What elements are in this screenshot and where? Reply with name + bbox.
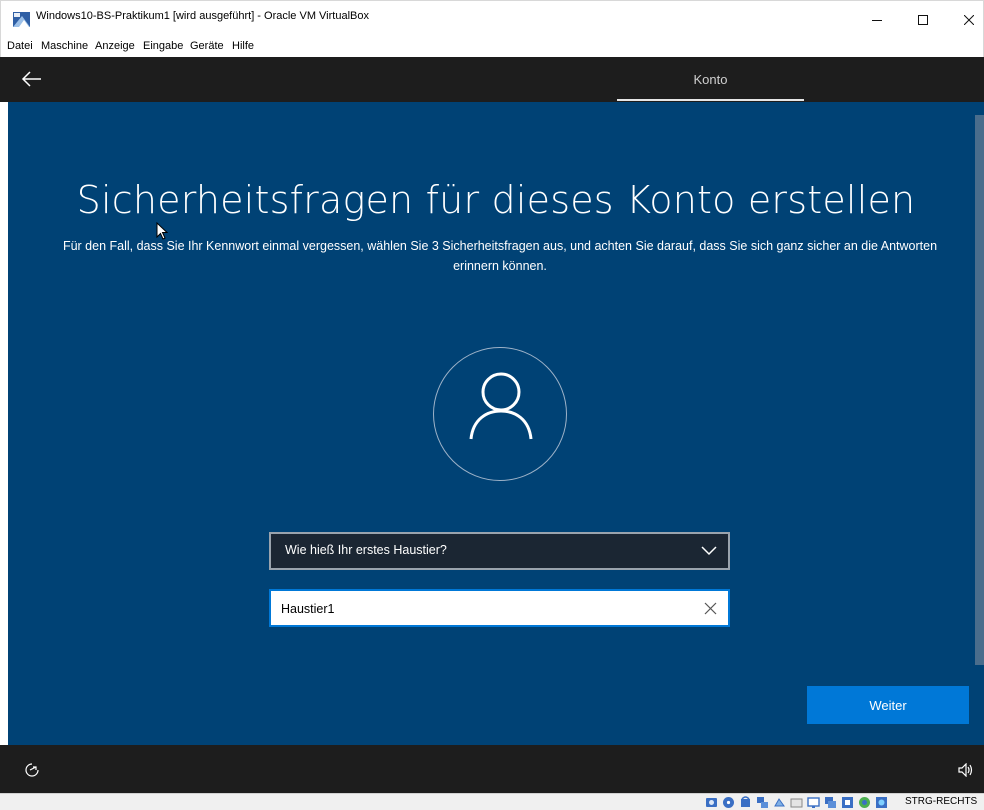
menu-hilfe[interactable]: Hilfe xyxy=(232,40,254,52)
host-key-label: STRG-RECHTS xyxy=(905,796,978,807)
security-answer-field[interactable] xyxy=(269,589,730,627)
page-description: Für den Fall, dass Sie Ihr Kennwort einm… xyxy=(62,239,938,273)
hard-disk-icon[interactable] xyxy=(705,796,718,809)
tab-underline xyxy=(617,99,804,101)
next-button[interactable]: Weiter xyxy=(807,686,969,724)
menu-geraete[interactable]: Geräte xyxy=(190,40,224,52)
volume-icon[interactable] xyxy=(958,763,974,777)
status-bar: STRG-RECHTS xyxy=(0,793,984,810)
maximize-button[interactable] xyxy=(900,1,946,39)
audio-icon[interactable] xyxy=(739,796,752,809)
security-question-value: Wie hieß Ihr erstes Haustier? xyxy=(285,543,447,557)
oobe-header: Konto xyxy=(0,57,984,102)
maximize-icon xyxy=(918,15,928,25)
back-button[interactable] xyxy=(20,67,44,91)
usb-icon[interactable] xyxy=(773,796,786,809)
security-question-select[interactable]: Wie hieß Ihr erstes Haustier? xyxy=(269,532,730,570)
window-title: Windows10-BS-Praktikum1 [wird ausgeführt… xyxy=(36,10,369,22)
optical-drive-icon[interactable] xyxy=(722,796,735,809)
recording-icon[interactable] xyxy=(824,796,837,809)
menu-datei[interactable]: Datei xyxy=(7,40,33,52)
menu-eingabe[interactable]: Eingabe xyxy=(143,40,183,52)
display-icon[interactable] xyxy=(807,796,820,809)
cpu-icon[interactable] xyxy=(841,796,854,809)
oobe-footer xyxy=(0,745,984,793)
accessibility-icon[interactable] xyxy=(24,762,40,778)
minimize-button[interactable] xyxy=(854,1,900,39)
menu-maschine[interactable]: Maschine xyxy=(41,40,88,52)
mouse-integration-icon[interactable] xyxy=(858,796,871,809)
close-button[interactable] xyxy=(946,1,984,39)
avatar xyxy=(433,347,567,481)
back-arrow-icon xyxy=(21,71,41,87)
page-title: Sicherheitsfragen für dieses Konto erste… xyxy=(76,178,916,222)
close-icon xyxy=(964,15,974,25)
shared-folder-icon[interactable] xyxy=(790,796,803,809)
user-icon xyxy=(469,372,533,440)
network-icon[interactable] xyxy=(756,796,769,809)
clear-icon[interactable] xyxy=(704,602,717,615)
window-titlebar: Windows10-BS-Praktikum1 [wird ausgeführt… xyxy=(0,0,984,38)
keyboard-icon[interactable] xyxy=(875,796,888,809)
menu-anzeige[interactable]: Anzeige xyxy=(95,40,135,52)
virtualbox-icon xyxy=(13,12,30,27)
minimize-icon xyxy=(872,20,882,21)
mouse-cursor-icon xyxy=(156,222,168,240)
chevron-down-icon xyxy=(701,546,717,556)
security-answer-input[interactable] xyxy=(281,599,681,619)
tab-konto: Konto xyxy=(693,72,728,87)
menu-bar: Datei Maschine Anzeige Eingabe Geräte Hi… xyxy=(0,38,984,57)
